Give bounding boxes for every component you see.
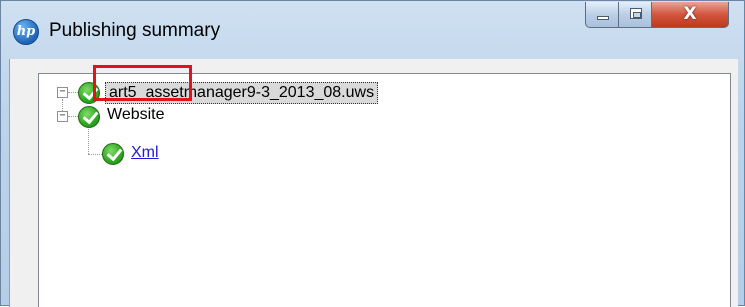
minimize-button[interactable] <box>585 2 619 28</box>
title-bar[interactable]: hp Publishing summary X <box>1 1 745 59</box>
success-check-icon <box>78 106 100 128</box>
close-button[interactable]: X <box>651 2 729 28</box>
tree-item-xml-link[interactable]: Xml <box>131 144 159 162</box>
tree-connector <box>68 116 78 117</box>
tree-connector <box>68 92 78 93</box>
publishing-summary-window: hp Publishing summary X − art5_assetmana… <box>0 0 745 307</box>
website-collapse-toggle[interactable]: − <box>57 111 68 122</box>
publishing-tree[interactable]: − art5_assetmanager9-3_2013_08.uws − Web… <box>38 73 731 307</box>
maximize-button[interactable] <box>618 2 652 28</box>
root-collapse-toggle[interactable]: − <box>57 87 68 98</box>
window-title: Publishing summary <box>49 20 221 41</box>
success-check-icon <box>102 143 124 165</box>
minimize-icon <box>597 16 609 20</box>
tree-item-website[interactable]: Website <box>107 106 165 124</box>
close-icon: X <box>683 4 697 24</box>
hp-logo-icon: hp <box>13 19 39 45</box>
tree-connector <box>88 154 102 155</box>
tree-connector <box>88 129 89 154</box>
maximize-icon <box>630 8 642 19</box>
xml-highlight-annotation <box>93 65 192 101</box>
